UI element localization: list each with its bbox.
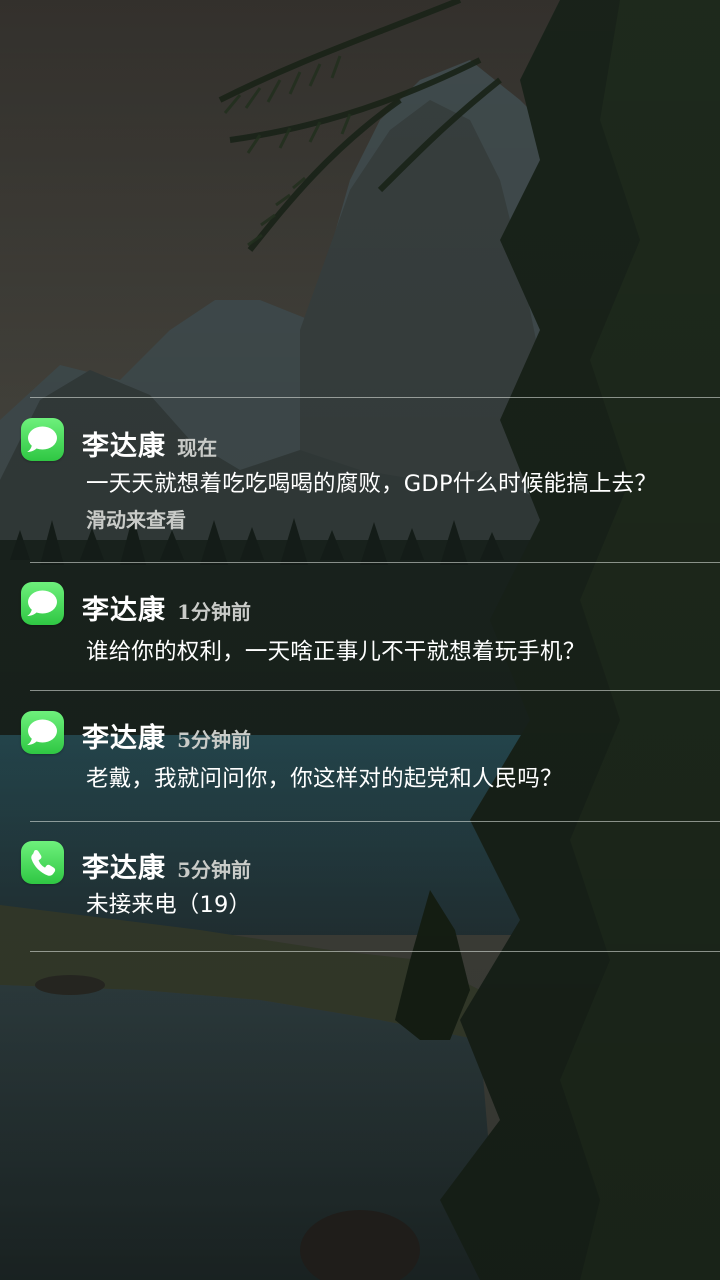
messages-icon [21, 711, 64, 754]
notification-header: 李达康 5分钟前 [82, 846, 251, 885]
notification-list: 李达康 现在 一天天就想着吃吃喝喝的腐败，GDP什么时候能搞上去？ 滑动来查看 … [0, 397, 720, 952]
message-preview: 谁给你的权利，一天啥正事儿不干就想着玩手机？ [86, 639, 586, 665]
notification-item[interactable]: 李达康 1分钟前 谁给你的权利，一天啥正事儿不干就想着玩手机？ [0, 563, 720, 690]
notification-item[interactable]: 李达康 5分钟前 未接来电（19） [0, 822, 720, 951]
messages-icon [21, 582, 64, 625]
sender-name: 李达康 [82, 853, 166, 884]
slide-to-view-hint[interactable]: 滑动来查看 [86, 504, 186, 533]
timestamp: 5分钟前 [177, 858, 252, 882]
missed-call-text: 未接来电（19） [86, 892, 252, 918]
notification-header: 李达康 1分钟前 [82, 588, 251, 627]
notification-item[interactable]: 李达康 5分钟前 老戴，我就问问你，你这样对的起党和人民吗？ [0, 691, 720, 821]
notification-item[interactable]: 李达康 现在 一天天就想着吃吃喝喝的腐败，GDP什么时候能搞上去？ 滑动来查看 [0, 398, 720, 562]
notification-header: 李达康 现在 [82, 424, 217, 463]
sender-name: 李达康 [82, 431, 166, 462]
messages-icon [21, 418, 64, 461]
message-preview: 老戴，我就问问你，你这样对的起党和人民吗？ [86, 766, 563, 792]
notification-header: 李达康 5分钟前 [82, 716, 251, 755]
sender-name: 李达康 [82, 595, 166, 626]
sender-name: 李达康 [82, 723, 166, 754]
timestamp: 5分钟前 [177, 728, 252, 752]
timestamp: 现在 [177, 436, 218, 460]
phone-icon [21, 841, 64, 884]
divider [30, 951, 720, 952]
timestamp: 1分钟前 [177, 600, 252, 624]
message-preview: 一天天就想着吃吃喝喝的腐败，GDP什么时候能搞上去？ [86, 471, 658, 497]
